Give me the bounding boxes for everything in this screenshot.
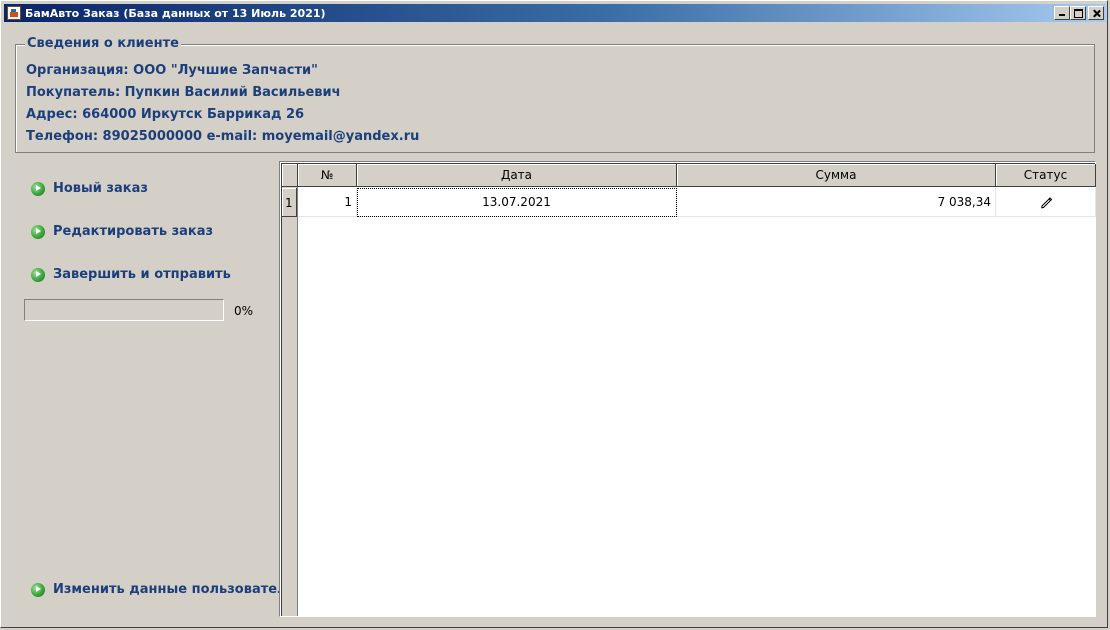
orders-grid-body: № Дата Сумма Статус 1 1 13.07.2021 7 038… xyxy=(281,163,1096,616)
grid-corner xyxy=(282,164,298,187)
app-icon[interactable] xyxy=(7,6,21,20)
edit-order-label: Редактировать заказ xyxy=(53,224,214,239)
row-indicator[interactable]: 1 xyxy=(282,188,297,217)
column-header-date[interactable]: Дата xyxy=(357,164,677,187)
cell-date[interactable]: 13.07.2021 xyxy=(357,188,677,217)
change-user-data-label: Изменить данные пользователя xyxy=(53,582,295,597)
column-header-number[interactable]: № xyxy=(298,164,357,187)
client-buyer: Покупатель: Пупкин Василий Васильевич xyxy=(26,85,341,100)
cell-number[interactable]: 1 xyxy=(298,188,357,217)
progress-percent: 0% xyxy=(234,304,254,318)
new-order-label: Новый заказ xyxy=(53,181,148,196)
go-arrow-icon xyxy=(31,267,45,282)
cell-sum[interactable]: 7 038,34 xyxy=(677,188,996,217)
maximize-button[interactable] xyxy=(1070,6,1086,20)
go-arrow-icon xyxy=(31,181,45,196)
window-title: БамАвто Заказ (База данных от 13 Июль 20… xyxy=(25,6,326,20)
column-header-status[interactable]: Статус xyxy=(996,164,1096,187)
minimize-button[interactable] xyxy=(1054,6,1070,20)
new-order-button[interactable]: Новый заказ xyxy=(31,181,148,196)
go-arrow-icon xyxy=(31,224,45,239)
column-header-sum[interactable]: Сумма xyxy=(677,164,996,187)
go-arrow-icon xyxy=(31,582,45,597)
edit-order-button[interactable]: Редактировать заказ xyxy=(31,224,213,239)
title-bar[interactable]: БамАвто Заказ (База данных от 13 Июль 20… xyxy=(4,4,1106,22)
client-address: Адрес: 664000 Иркутск Баррикад 26 xyxy=(26,107,305,122)
main-window: БамАвто Заказ (База данных от 13 Июль 20… xyxy=(0,0,1108,628)
send-progress-bar xyxy=(24,299,224,321)
window-controls xyxy=(1054,6,1104,20)
close-button[interactable] xyxy=(1088,6,1104,20)
cell-status[interactable] xyxy=(996,188,1096,217)
client-info-legend: Сведения о клиенте xyxy=(25,36,181,51)
finish-send-label: Завершить и отправить xyxy=(53,267,231,282)
row-indicator-column xyxy=(282,164,298,616)
client-contacts: Телефон: 89025000000 e-mail: moyemail@ya… xyxy=(26,129,420,144)
change-user-data-button[interactable]: Изменить данные пользователя xyxy=(31,582,295,597)
client-organization: Организация: ООО "Лучшие Запчасти" xyxy=(26,63,318,78)
finish-send-button[interactable]: Завершить и отправить xyxy=(31,267,231,282)
pencil-icon xyxy=(1040,197,1052,209)
orders-grid[interactable]: № Дата Сумма Статус 1 1 13.07.2021 7 038… xyxy=(279,161,1096,617)
